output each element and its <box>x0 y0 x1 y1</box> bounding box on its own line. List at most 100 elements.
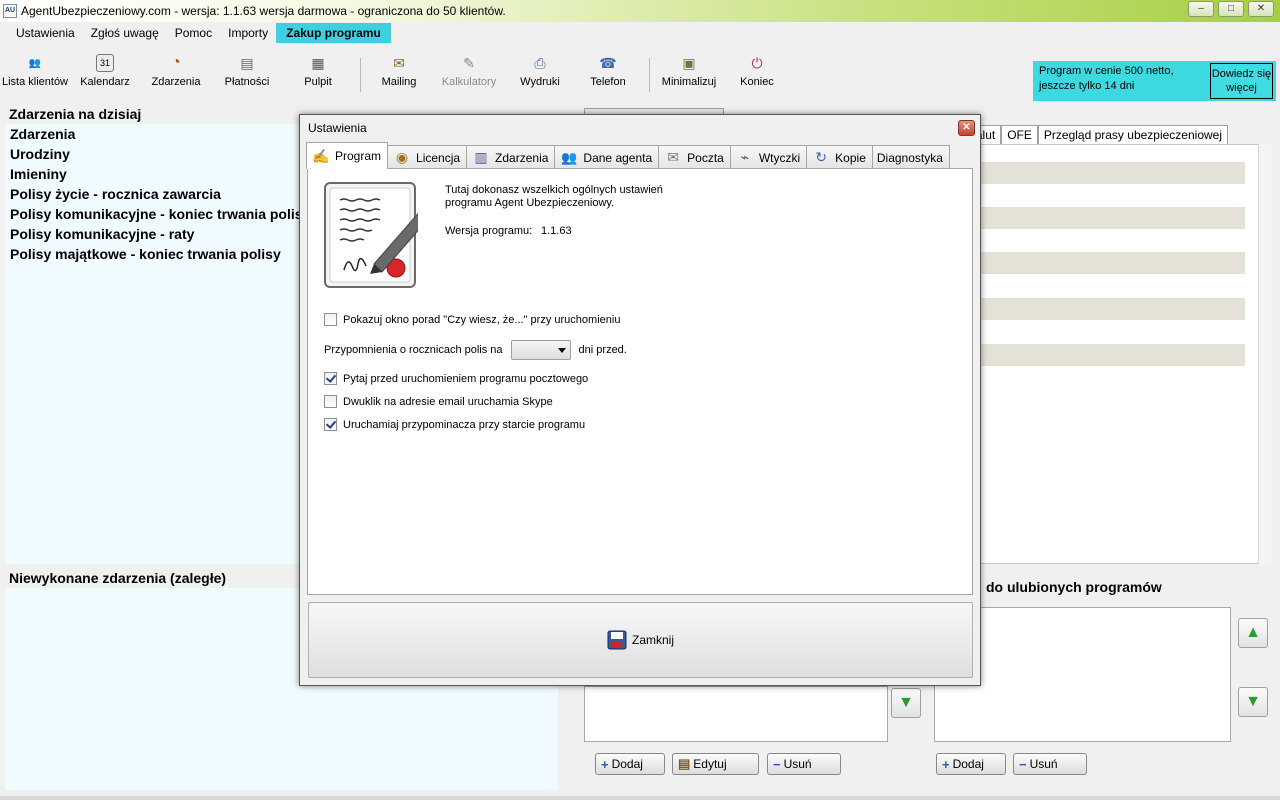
certificate-icon: ✍ <box>312 147 330 164</box>
show-tips-checkbox[interactable] <box>324 313 337 326</box>
delete-label: Usuń <box>783 757 812 771</box>
tab-plugins[interactable]: ⌁ Wtyczki <box>729 145 808 169</box>
tab-backups-label: Kopie <box>835 150 866 165</box>
client-list-button[interactable]: 👥 Lista klientów <box>0 54 70 98</box>
dialog-title: Ustawienia <box>308 121 367 135</box>
license-icon: ◉ <box>395 149 409 165</box>
tab-mail[interactable]: ✉ Poczta <box>658 145 731 169</box>
payments-button[interactable]: ▤ Płatności <box>212 54 282 98</box>
reminder-start-checkbox[interactable] <box>324 418 337 431</box>
mailing-button[interactable]: ✉ Mailing <box>367 54 431 98</box>
desktop-icon: ▦ <box>311 54 325 71</box>
reminder-days-select[interactable] <box>510 340 571 360</box>
reminder-start-option[interactable]: Uruchamiaj przypominacza przy starcie pr… <box>324 418 585 431</box>
calendar-label: Kalendarz <box>80 76 130 88</box>
certificate-pen-icon <box>324 182 418 288</box>
desktop-label: Pulpit <box>304 76 332 88</box>
show-tips-option[interactable]: Pokazuj okno porad "Czy wiesz, że..." pr… <box>324 313 620 326</box>
reminder-prefix-label: Przypomnienia o rocznicach polis na <box>324 344 503 356</box>
payments-icon: ▤ <box>240 54 254 71</box>
maximize-window-button[interactable]: □ <box>1218 1 1244 17</box>
minimize-window-button[interactable]: – <box>1188 1 1214 17</box>
tab-ofe[interactable]: OFE <box>1001 125 1038 144</box>
floppy-disk-icon <box>607 630 627 650</box>
menu-help[interactable]: Pomoc <box>167 23 220 43</box>
tab-license[interactable]: ◉ Licencja <box>387 145 468 169</box>
users-icon: 👥 <box>28 57 42 69</box>
tab-events-label: Zdarzenia <box>495 150 549 165</box>
edit-label: Edytuj <box>693 757 727 771</box>
close-window-button[interactable]: ✕ <box>1248 1 1274 17</box>
exit-button[interactable]: ⏻ Koniec <box>722 54 792 98</box>
phone-label: Telefon <box>590 76 626 88</box>
tab-events[interactable]: ▥ Zdarzenia <box>466 145 556 169</box>
tab-agent-data[interactable]: 👥 Dane agenta <box>554 145 660 169</box>
plus-icon: + <box>942 756 950 772</box>
dialog-close-icon[interactable]: ✕ <box>958 120 975 136</box>
minimize-app-button[interactable]: ▣ Minimalizuj <box>656 54 722 98</box>
phone-button[interactable]: ☎ Telefon <box>573 54 643 98</box>
close-button-label: Zamknij <box>631 633 674 647</box>
minus-icon: − <box>773 756 781 772</box>
delete-button-left[interactable]: − Usuń <box>767 753 841 775</box>
version-label: Wersja programu: <box>445 225 533 237</box>
delete-label: Usuń <box>1029 757 1058 771</box>
mail-icon: ✉ <box>667 149 680 165</box>
arrow-down-icon: ▼ <box>898 694 914 711</box>
add-button-left[interactable]: + Dodaj <box>595 753 665 775</box>
tab-program-label: Program <box>335 149 382 163</box>
add-label: Dodaj <box>611 757 643 771</box>
calendar-button[interactable]: 31 Kalendarz <box>70 54 140 98</box>
events-icon: ▥ <box>474 149 488 165</box>
move-up-button[interactable]: ▲ <box>1238 618 1268 648</box>
exit-label: Koniec <box>740 76 774 88</box>
tab-press-review[interactable]: Przegląd prasy ubezpieczeniowej <box>1037 125 1228 144</box>
client-list-label: Lista klientów <box>1 76 69 88</box>
events-button[interactable]: ◔ Zdarzenia <box>140 54 212 98</box>
minus-icon: − <box>1019 756 1027 772</box>
menu-report-issue[interactable]: Zgłoś uwagę <box>83 23 167 43</box>
toolbar-separator <box>649 58 650 92</box>
right-scrollbar[interactable] <box>1258 144 1272 564</box>
exit-icon: ⏻ <box>751 54 763 71</box>
tab-diagnostics[interactable]: Diagnostyka <box>871 145 950 169</box>
edit-icon: ▤ <box>678 756 691 771</box>
printouts-button[interactable]: ⎙ Wydruki <box>507 54 573 98</box>
calculators-button[interactable]: ✎ Kalkulatory <box>431 54 507 98</box>
calculator-icon: ✎ <box>463 54 475 71</box>
tab-diagnostics-label: Diagnostyka <box>876 150 943 165</box>
ask-mail-option[interactable]: Pytaj przed uruchomieniem programu poczt… <box>324 372 588 385</box>
overdue-events-header: Niewykonane zdarzenia (zaległe) <box>9 570 227 586</box>
edit-button-left[interactable]: ▤ Edytuj <box>672 753 759 775</box>
plug-icon: ⌁ <box>740 149 750 165</box>
minimize-label: Minimalizuj <box>661 76 717 88</box>
ask-mail-checkbox[interactable] <box>324 372 337 385</box>
tab-plugins-label: Wtyczki <box>758 150 801 165</box>
ask-mail-label: Pytaj przed uruchomieniem programu poczt… <box>343 372 589 385</box>
left-list-box[interactable] <box>584 686 888 742</box>
delete-button-right[interactable]: − Usuń <box>1013 753 1087 775</box>
move-down-button-left[interactable]: ▼ <box>891 688 921 718</box>
events-label: Zdarzenia <box>151 76 201 88</box>
menu-settings[interactable]: Ustawienia <box>8 23 83 43</box>
skype-option[interactable]: Dwuklik na adresie email uruchamia Skype <box>324 395 553 408</box>
close-dialog-button[interactable]: Zamknij <box>308 602 973 678</box>
printer-icon: ⎙ <box>534 54 546 71</box>
promo-text: Program w cenie 500 netto, jeszcze tylko… <box>1039 65 1174 92</box>
desktop-button[interactable]: ▦ Pulpit <box>282 54 354 98</box>
move-down-button[interactable]: ▼ <box>1238 687 1268 717</box>
tab-program[interactable]: ✍ Program <box>306 142 389 169</box>
menu-buy-program[interactable]: Zakup programu <box>276 23 391 43</box>
clock-icon: ◔ <box>171 54 181 71</box>
add-button-right[interactable]: + Dodaj <box>936 753 1006 775</box>
status-bar <box>0 796 1280 800</box>
tab-backups[interactable]: ↻ Kopie <box>806 145 873 169</box>
skype-checkbox[interactable] <box>324 395 337 408</box>
menu-imports[interactable]: Importy <box>220 23 276 43</box>
phone-icon: ☎ <box>599 54 617 71</box>
backup-icon: ↻ <box>815 149 828 165</box>
arrow-down-icon: ▼ <box>1245 693 1261 710</box>
learn-more-button[interactable]: Dowiedz się więcej <box>1210 63 1273 99</box>
app-logo-icon: AU <box>3 4 17 18</box>
promo-banner: Program w cenie 500 netto, jeszcze tylko… <box>1033 61 1276 101</box>
